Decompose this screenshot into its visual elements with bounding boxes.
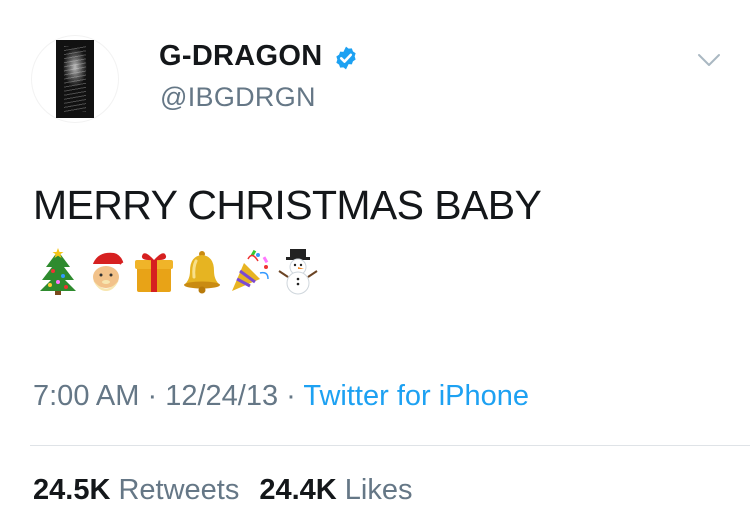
avatar[interactable]	[32, 36, 118, 122]
likes-label: Likes	[344, 474, 413, 506]
retweets-count: 24.5K	[33, 474, 111, 506]
tweet-date[interactable]: 12/24/13	[165, 380, 278, 412]
tweet-meta: 7:00 AM · 12/24/13 · Twitter for iPhone	[33, 380, 529, 413]
tweet-text: MERRY CHRISTMAS BABY	[33, 182, 542, 228]
meta-separator: ·	[147, 380, 158, 412]
emoji-row	[36, 247, 320, 295]
tweet-source-link[interactable]: Twitter for iPhone	[303, 380, 529, 412]
verified-badge-icon	[335, 46, 356, 69]
party-popper-icon	[232, 249, 269, 291]
chevron-down-icon[interactable]	[697, 52, 721, 68]
snowman-icon	[278, 249, 318, 295]
christmas-tree-icon	[40, 248, 76, 295]
retweets-label: Retweets	[118, 474, 240, 506]
santa-claus-icon	[90, 252, 128, 291]
author-name-row[interactable]: G-DRAGON	[159, 40, 359, 73]
tweet-time[interactable]: 7:00 AM	[33, 380, 139, 412]
meta-separator: ·	[286, 380, 296, 412]
divider	[30, 445, 750, 446]
author-handle[interactable]: @IBGDRGN	[160, 82, 316, 113]
likes-count: 24.4K	[259, 474, 337, 506]
tweet-stats: 24.5K Retweets 24.4K Likes	[33, 474, 413, 507]
wrapped-gift-icon	[135, 253, 173, 292]
likes-stat[interactable]: 24.4K Likes	[259, 474, 412, 507]
bell-icon	[184, 251, 220, 294]
avatar-image	[56, 40, 94, 118]
display-name[interactable]: G-DRAGON	[159, 40, 323, 73]
retweets-stat[interactable]: 24.5K Retweets	[33, 474, 239, 507]
